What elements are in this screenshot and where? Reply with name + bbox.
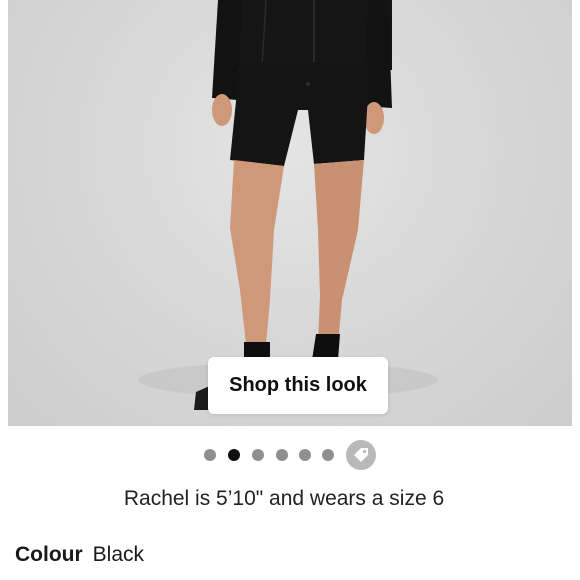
carousel-dot[interactable] xyxy=(204,449,216,461)
model-size-info: Rachel is 5’10" and wears a size 6 xyxy=(123,487,445,510)
colour-value: Black xyxy=(92,543,145,566)
image-carousel-pagination xyxy=(0,440,580,470)
colour-label: Colour xyxy=(15,543,83,566)
product-image[interactable]: Shop this look xyxy=(8,0,572,426)
carousel-dot[interactable] xyxy=(276,449,288,461)
shop-this-look-button[interactable]: Shop this look xyxy=(208,357,388,414)
colour-selector-row: Colour Black xyxy=(15,543,144,567)
price-tag-icon xyxy=(354,448,368,462)
shop-look-tag-button[interactable] xyxy=(346,440,376,470)
carousel-dot[interactable] xyxy=(252,449,264,461)
carousel-dot[interactable] xyxy=(322,449,334,461)
carousel-dot-active[interactable] xyxy=(228,449,240,461)
product-detail-screen: Shop this look Rachel is 5’10" and wears… xyxy=(0,0,580,580)
carousel-dot[interactable] xyxy=(299,449,311,461)
